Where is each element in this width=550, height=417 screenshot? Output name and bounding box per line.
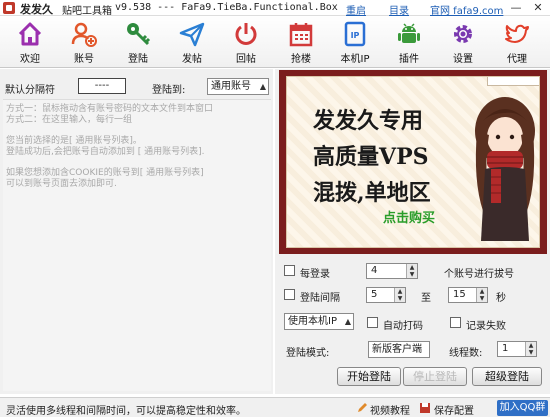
- toolbar-accounts-button[interactable]: 账号: [62, 18, 106, 66]
- auto-captcha-label: 自动打码: [383, 321, 423, 332]
- status-message: 灵活使用多线程和间隔时间，可以提高稳定性和效率。: [6, 406, 246, 417]
- close-button[interactable]: ✕: [530, 1, 546, 14]
- minimize-button[interactable]: —: [508, 1, 524, 14]
- delimiter-field[interactable]: ----: [78, 78, 126, 94]
- stop-login-button[interactable]: 停止登陆: [403, 367, 467, 386]
- login-mode-select[interactable]: 新版客户端: [368, 341, 430, 358]
- dropdown-arrow-icon: ▲: [344, 317, 351, 326]
- record-fail-label: 记录失败: [466, 321, 506, 332]
- ad-headline: 发发久专用: [313, 108, 424, 134]
- toolbar-settings-button[interactable]: 设置: [441, 18, 485, 66]
- app-title: 发发久: [20, 3, 53, 16]
- hint-text: 登陆成功后,会把账号自动添加到 [ 通用账号列表].: [6, 147, 205, 157]
- delimiter-label: 默认分隔符: [5, 85, 55, 96]
- super-login-button[interactable]: 超级登陆: [472, 367, 542, 386]
- login-interval-checkbox[interactable]: [284, 289, 295, 300]
- per-login-checkbox[interactable]: [284, 265, 295, 276]
- toolbar-welcome-button[interactable]: 欢迎: [8, 18, 52, 66]
- svg-text:IP: IP: [351, 31, 360, 40]
- spinner-arrows-icon[interactable]: ▲ ▼: [525, 342, 536, 356]
- start-login-button[interactable]: 开始登陆: [337, 367, 401, 386]
- spinner-arrows-icon[interactable]: ▲ ▼: [476, 288, 487, 302]
- key-icon: [127, 23, 151, 46]
- ad-buy-link[interactable]: 点击购买: [383, 207, 435, 226]
- per-login-label: 每登录: [300, 269, 330, 280]
- girl-illustration-icon: [475, 97, 535, 241]
- login-interval-label: 登陆间隔: [300, 293, 340, 304]
- save-icon: [420, 403, 430, 413]
- hint-text: 可以到账号页面去添加即可.: [6, 179, 117, 189]
- gear-icon: [454, 25, 472, 43]
- per-login-count-spinner[interactable]: 4 ▲ ▼: [366, 263, 418, 279]
- toolbar-grab-floor-button[interactable]: 抢楼: [279, 18, 323, 66]
- send-icon: [179, 22, 205, 47]
- account-list-select[interactable]: 通用账号 ▲: [207, 78, 269, 95]
- interval-max-spinner[interactable]: 15 ▲ ▼: [448, 287, 488, 303]
- website-link[interactable]: 官网 fafa9.com: [430, 2, 503, 17]
- login-to-label: 登陆到:: [152, 85, 186, 96]
- app-subtitle: 贴吧工具箱: [62, 6, 112, 17]
- title-bar: 发发久 贴吧工具箱 v9.538 --- FaFa9.TieBa.Functio…: [0, 0, 550, 17]
- twitter-icon: [505, 24, 529, 43]
- status-bar: 灵活使用多线程和间隔时间，可以提高稳定性和效率。 视频教程 保存配置 加入QQ群: [0, 397, 550, 417]
- video-tutorial-link[interactable]: 视频教程: [370, 402, 410, 417]
- account-input-panel: 默认分隔符 ---- 登陆到: 通用账号 ▲ 方式一：鼠标拖动含有账号密码的文本…: [0, 69, 273, 394]
- per-login-suffix: 个账号进行拔号: [444, 269, 514, 280]
- toolbar-reply-button[interactable]: 回帖: [224, 18, 268, 66]
- ad-headline: 混拨,单地区: [313, 180, 431, 206]
- save-config-link[interactable]: 保存配置: [434, 402, 474, 417]
- dropdown-arrow-icon: ▲: [259, 82, 266, 91]
- threads-spinner[interactable]: 1 ▲ ▼: [497, 341, 537, 357]
- account-textarea[interactable]: 方式一：鼠标拖动含有账号密码的文本文件到本窗口 方式二：在这里输入，每行一组 您…: [3, 99, 271, 391]
- spinner-arrows-icon[interactable]: ▲ ▼: [406, 264, 417, 278]
- hint-text: 方式二：在这里输入，每行一组: [6, 115, 133, 125]
- login-mode-label: 登陆模式:: [286, 348, 330, 359]
- ad-content: 发发久专用 高质量VPS 混拨,单地区 点击购买: [286, 76, 540, 248]
- add-user-icon: [71, 22, 97, 47]
- toolbar-login-button[interactable]: 登陆: [116, 18, 160, 66]
- app-logo-icon: [3, 2, 15, 14]
- app-version: v9.538 --- FaFa9.TieBa.Functional.Box: [115, 2, 338, 13]
- interval-to-label: 至: [421, 293, 431, 304]
- restart-link[interactable]: 重启: [346, 2, 366, 17]
- join-qq-group-button[interactable]: 加入QQ群: [497, 400, 548, 416]
- record-fail-checkbox[interactable]: [450, 317, 461, 328]
- interval-min-spinner[interactable]: 5 ▲ ▼: [366, 287, 406, 303]
- toolbar-local-ip-button[interactable]: IP 本机IP: [333, 18, 377, 66]
- ip-mode-select[interactable]: 使用本机IP ▲: [284, 313, 354, 330]
- ad-tab: [487, 77, 539, 86]
- spinner-arrows-icon[interactable]: ▲ ▼: [394, 288, 405, 302]
- ip-icon: IP: [344, 21, 366, 47]
- directory-link[interactable]: 目录: [389, 2, 409, 17]
- vps-ad-banner[interactable]: 发发久专用 高质量VPS 混拨,单地区 点击购买: [279, 70, 547, 254]
- ad-headline: 高质量VPS: [313, 144, 429, 170]
- home-icon: [18, 22, 42, 46]
- pencil-icon: [358, 403, 367, 412]
- power-icon: [235, 23, 257, 45]
- auto-captcha-checkbox[interactable]: [367, 317, 378, 328]
- toolbar-proxy-button[interactable]: 代理: [495, 18, 539, 66]
- main-toolbar: 欢迎 账号 登陆 发帖 回帖 抢楼 IP 本机IP 插件 设置 代理: [0, 16, 550, 68]
- android-icon: [398, 23, 420, 43]
- calendar-icon: [289, 23, 313, 47]
- toolbar-plugins-button[interactable]: 插件: [387, 18, 431, 66]
- threads-label: 线程数:: [449, 348, 483, 359]
- toolbar-post-button[interactable]: 发帖: [170, 18, 214, 66]
- interval-unit-label: 秒: [496, 293, 506, 304]
